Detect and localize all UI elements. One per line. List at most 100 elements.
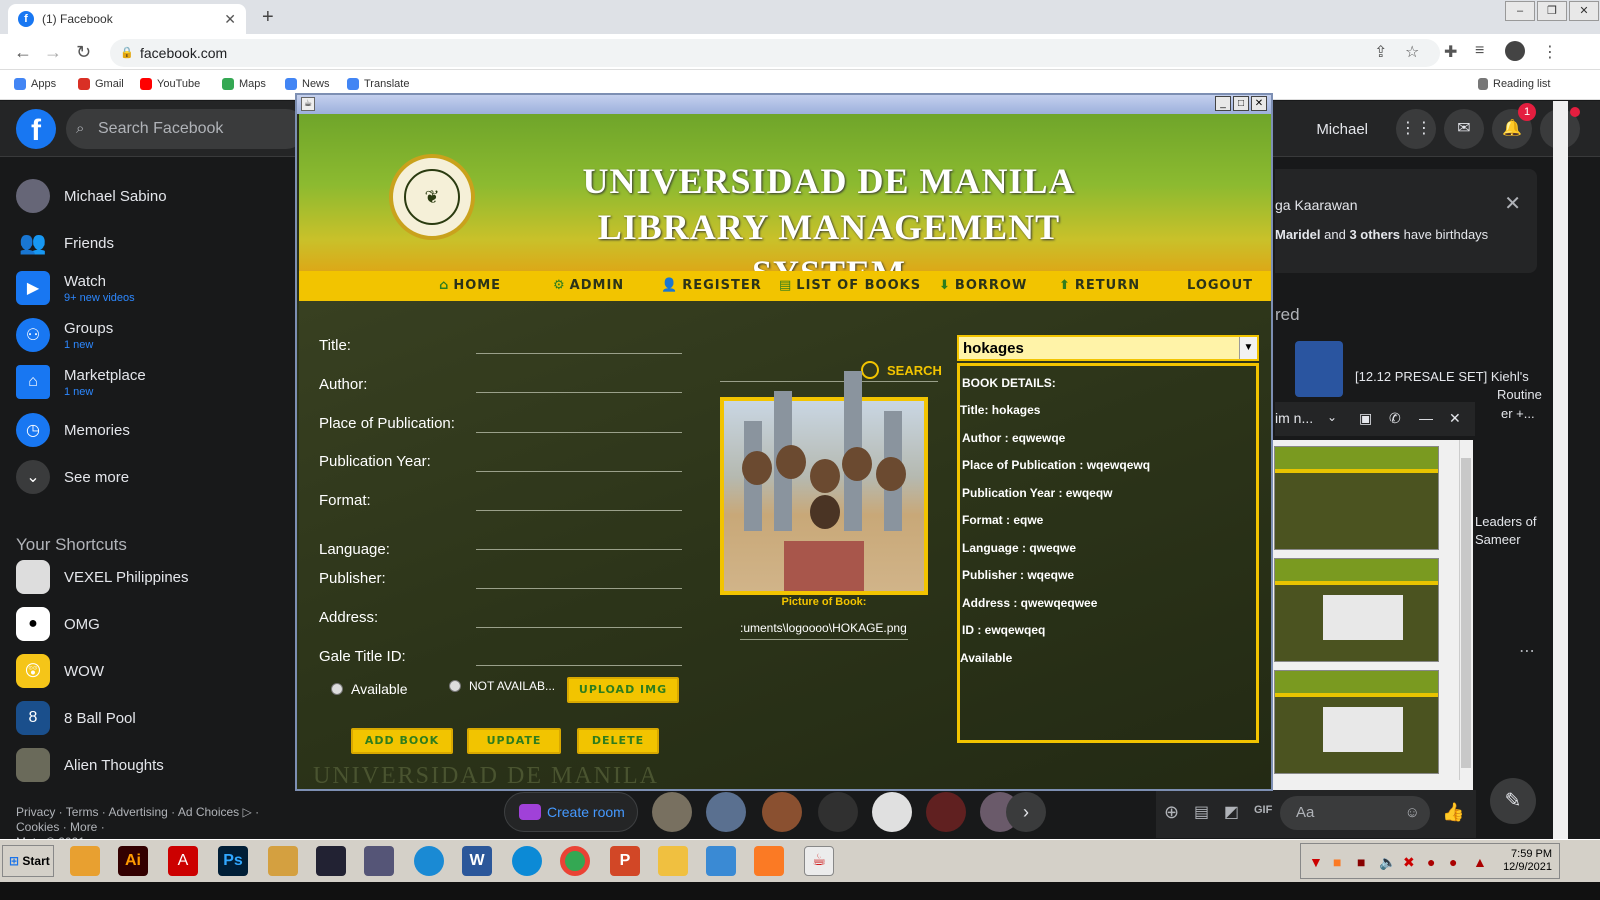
shortcut-item[interactable]: 8 8 Ball Pool [16, 701, 136, 735]
bookmark-translate[interactable]: Translate [347, 78, 409, 91]
bookmark-star-icon[interactable]: ☆ [1405, 42, 1419, 62]
create-room-button[interactable]: Create room [504, 792, 638, 832]
new-tab-icon[interactable]: + [262, 6, 274, 29]
media-icon[interactable]: ≡ [1475, 42, 1484, 60]
more-options-icon[interactable]: ⋯ [1519, 641, 1535, 661]
close-icon[interactable]: ✕ [1504, 191, 1521, 216]
shortcut-item[interactable]: ● OMG [16, 607, 100, 641]
reload-icon[interactable]: ↻ [76, 42, 91, 63]
sidebar-item-groups[interactable]: ⚇ Groups 1 new [16, 318, 113, 352]
book-select-dropdown[interactable]: hokages ▼ [957, 335, 1259, 361]
taskbar-clock[interactable]: 7:59 PM 12/9/2021 [1492, 848, 1552, 874]
nav-return[interactable]: ⬆ RETURN [1059, 278, 1140, 293]
ad-image[interactable] [1295, 341, 1343, 397]
like-icon[interactable]: 👍 [1442, 802, 1464, 823]
bookmark-news[interactable]: News [285, 78, 330, 91]
bookmark-apps[interactable]: Apps [14, 78, 56, 91]
java-taskbar-icon[interactable]: ☕ [804, 846, 834, 876]
facebook-logo-icon[interactable]: f [16, 109, 56, 149]
back-icon[interactable]: ← [14, 42, 32, 63]
contact-avatar[interactable] [818, 792, 858, 832]
restore-window-icon[interactable]: ❐ [1537, 1, 1567, 21]
available-radio[interactable]: Available [331, 681, 408, 697]
close-tab-icon[interactable]: ✕ [224, 11, 236, 28]
photoshop-icon[interactable]: Ps [218, 846, 248, 876]
publication-year-input[interactable] [476, 471, 682, 472]
search-button[interactable]: SEARCH [861, 361, 942, 379]
sidebar-item-memories[interactable]: ◷ Memories [16, 413, 130, 447]
image-path-field[interactable]: :uments\logoooo\HOKAGE.png [740, 621, 908, 640]
internet-explorer-icon[interactable] [414, 846, 444, 876]
update-button[interactable]: UPDATE [467, 728, 561, 754]
virtualbox-icon[interactable] [706, 846, 736, 876]
app-icon[interactable] [364, 846, 394, 876]
delete-button[interactable]: DELETE [577, 728, 659, 754]
contact-avatar[interactable] [762, 792, 802, 832]
publisher-input[interactable] [476, 588, 682, 589]
sidebar-item-friends[interactable]: 👥 Friends [16, 226, 114, 260]
nav-admin[interactable]: ⚙ ADMIN [553, 278, 624, 293]
url-input[interactable]: 🔒 facebook.com [110, 39, 1440, 67]
profile-avatar[interactable] [1505, 41, 1525, 61]
nav-list-of-books[interactable]: ▤ LIST OF BOOKS [779, 278, 921, 293]
chrome-icon[interactable] [560, 846, 590, 876]
sidebar-item-marketplace[interactable]: ⌂ Marketplace 1 new [16, 365, 146, 399]
minimize-window-icon[interactable]: – [1505, 1, 1535, 21]
close-icon[interactable]: ✕ [1251, 96, 1267, 111]
nav-logout[interactable]: LOGOUT [1187, 278, 1253, 293]
ad-title[interactable]: [12.12 PRESALE SET] Kiehl's [1355, 369, 1529, 384]
word-icon[interactable]: W [462, 846, 492, 876]
emoji-icon[interactable]: ☺ [1405, 796, 1420, 830]
chat-name[interactable]: im n... [1275, 410, 1313, 426]
messenger-icon[interactable]: ✉ [1444, 109, 1484, 149]
nav-home[interactable]: ⌂ HOME [439, 278, 501, 293]
contact-avatar[interactable] [652, 792, 692, 832]
bookmark-maps[interactable]: Maps [222, 78, 266, 91]
gif-icon[interactable]: GIF [1254, 804, 1272, 816]
video-call-icon[interactable]: ▣ [1359, 410, 1372, 427]
contact-avatar[interactable] [872, 792, 912, 832]
upload-img-button[interactable]: UPLOAD IMG [567, 677, 679, 703]
network-icon[interactable]: ✖ [1403, 854, 1415, 871]
tray-app-icon[interactable]: ● [1449, 854, 1457, 870]
close-window-icon[interactable]: ✕ [1569, 1, 1599, 21]
profile-name[interactable]: Michael [1316, 121, 1368, 138]
chevron-down-icon[interactable]: ▼ [1239, 337, 1257, 359]
notifications-icon[interactable]: 🔔 1 [1492, 103, 1536, 149]
minimize-icon[interactable]: _ [1215, 96, 1231, 111]
nav-borrow[interactable]: ⬇ BORROW [939, 278, 1027, 293]
not-available-radio[interactable]: NOT AVAILAB... [449, 679, 555, 693]
game-app-icon[interactable] [316, 846, 346, 876]
contact-avatar[interactable] [926, 792, 966, 832]
phone-icon[interactable]: ✆ [1389, 410, 1401, 427]
language-input[interactable] [476, 549, 682, 550]
chevron-right-icon[interactable]: › [1006, 792, 1046, 832]
chat-scrollbar-thumb[interactable] [1461, 458, 1471, 768]
add-icon[interactable]: ⊕ [1164, 802, 1179, 823]
tray-app-icon[interactable]: ■ [1357, 854, 1365, 870]
nav-register[interactable]: 👤 REGISTER [661, 278, 762, 293]
xampp-icon[interactable] [754, 846, 784, 876]
gale-title-id-input[interactable] [476, 665, 682, 666]
contact-avatar[interactable] [706, 792, 746, 832]
screenshot-thumbnail[interactable] [1274, 670, 1439, 774]
powerpoint-icon[interactable]: P [610, 846, 640, 876]
volume-icon[interactable]: 🔈 [1379, 854, 1396, 871]
photo-icon[interactable]: ▤ [1194, 802, 1209, 822]
file-explorer-icon[interactable] [658, 846, 688, 876]
browser-tab[interactable]: f (1) Facebook ✕ [8, 4, 246, 34]
format-input[interactable] [476, 510, 682, 511]
reading-list[interactable]: Reading list [1478, 78, 1550, 91]
sidebar-item-watch[interactable]: ▶ Watch 9+ new videos [16, 271, 135, 305]
illustrator-icon[interactable]: Ai [118, 846, 148, 876]
bookmark-youtube[interactable]: YouTube [140, 78, 200, 91]
start-button[interactable]: ⊞ Start [2, 845, 54, 877]
chat-message-input[interactable]: Aa ☺ [1280, 796, 1430, 830]
tray-app-icon[interactable]: ● [1427, 854, 1435, 870]
extensions-icon[interactable]: ✚ [1444, 42, 1457, 62]
new-message-icon[interactable]: ✎ [1490, 778, 1536, 824]
bookmark-gmail[interactable]: Gmail [78, 78, 124, 91]
screenshot-thumbnail[interactable] [1274, 446, 1439, 550]
maximize-icon[interactable]: □ [1233, 96, 1249, 111]
screenshot-thumbnail[interactable] [1274, 558, 1439, 662]
